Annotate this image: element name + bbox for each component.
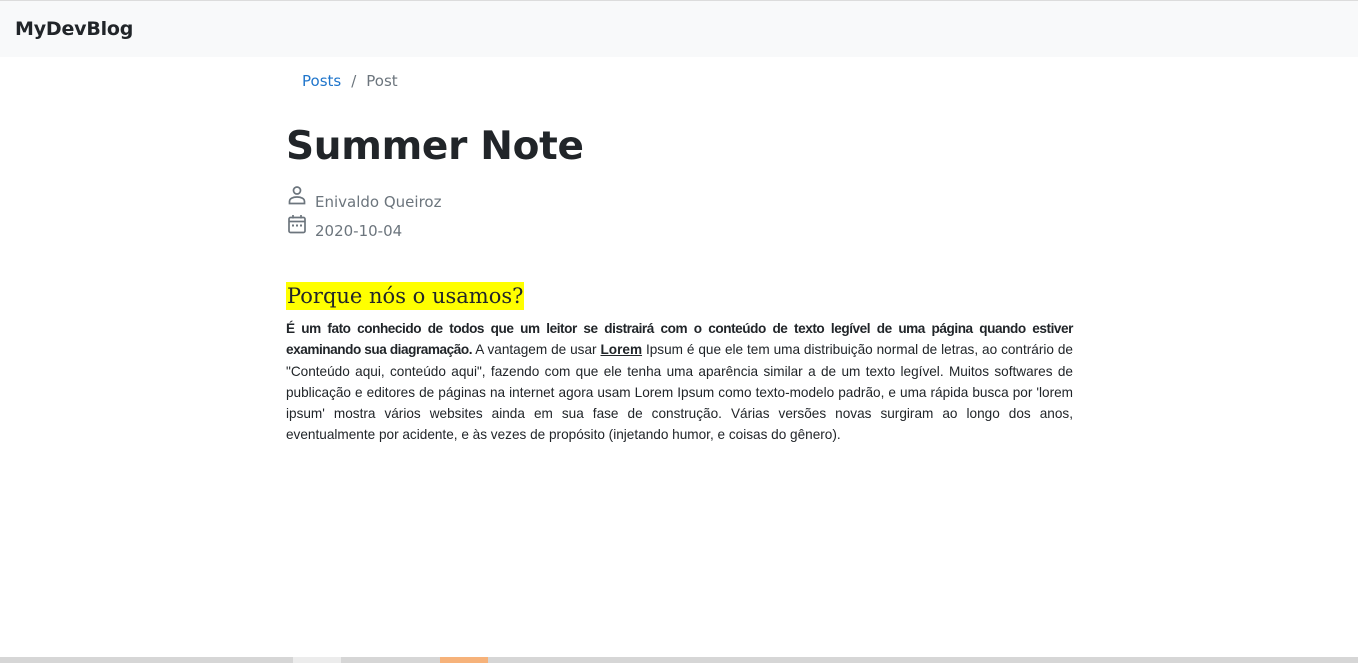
breadcrumb-item-post: Post <box>366 72 398 90</box>
horizontal-scrollbar[interactable] <box>0 657 1358 663</box>
brand-link[interactable]: MyDevBlog <box>15 18 133 40</box>
post-title: Summer Note <box>286 124 584 169</box>
content-paragraph: É um fato conhecido de todos que um leit… <box>286 318 1073 446</box>
paragraph-text-2: Ipsum é que ele tem uma distribuição nor… <box>286 342 1073 443</box>
scrollbar-marker <box>440 657 488 663</box>
content-heading: Porque nós o usamos? <box>286 282 525 310</box>
paragraph-text-1: A vantagem de usar <box>472 342 601 358</box>
post-content: Porque nós o usamos? É um fato conhecido… <box>286 282 1073 446</box>
underlined-word: Lorem <box>600 342 643 358</box>
post-date: 2020-10-04 <box>287 214 403 240</box>
breadcrumb: Posts / Post <box>302 72 398 90</box>
post-date-text: 2020-10-04 <box>315 222 403 240</box>
author-name: Enivaldo Queiroz <box>315 193 442 211</box>
calendar-icon <box>287 214 307 238</box>
post-author: Enivaldo Queiroz <box>287 185 442 211</box>
person-icon <box>287 185 307 209</box>
scrollbar-thumb[interactable] <box>293 657 341 663</box>
breadcrumb-item-posts[interactable]: Posts <box>302 72 341 90</box>
breadcrumb-separator: / <box>351 72 357 90</box>
navbar: MyDevBlog <box>0 0 1358 57</box>
